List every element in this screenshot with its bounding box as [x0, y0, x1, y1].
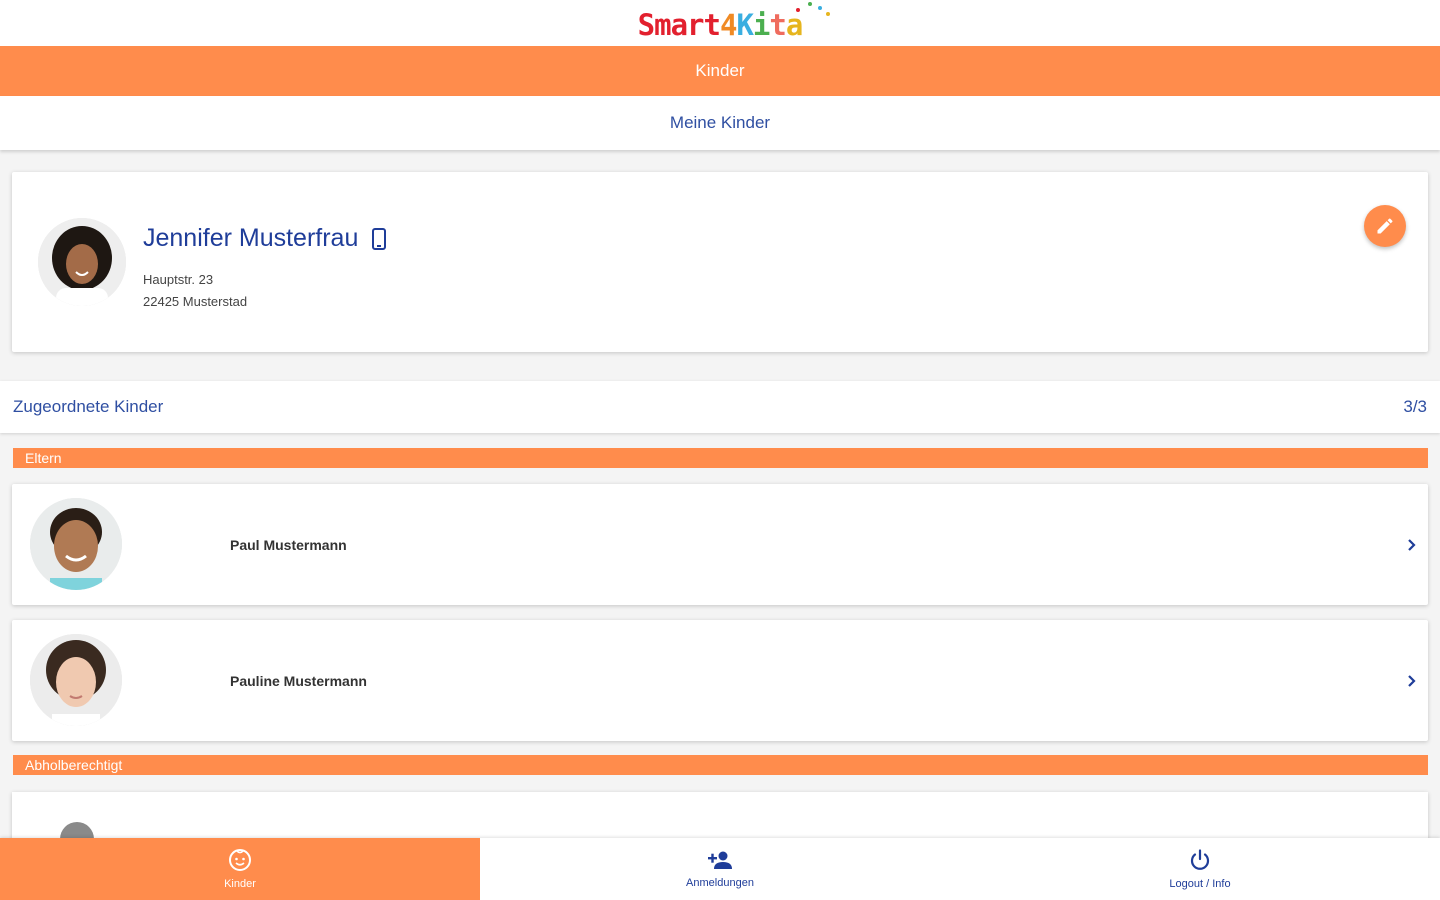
section-title-my-children: Meine Kinder — [0, 96, 1440, 150]
profile-card: Jennifer Musterfrau Hauptstr. 23 22425 M… — [12, 172, 1428, 352]
edit-profile-button[interactable] — [1364, 205, 1406, 247]
child-care-icon — [229, 849, 251, 871]
nav-tab-logout-info[interactable]: Logout / Info — [960, 838, 1440, 900]
child-name: Paul Mustermann — [230, 536, 347, 553]
nav-tab-kinder[interactable]: Kinder — [0, 838, 480, 900]
profile-city: 22425 Musterstad — [143, 294, 248, 309]
phone-icon[interactable] — [372, 227, 387, 250]
nav-tab-anmeldungen[interactable]: Anmeldungen — [480, 838, 960, 900]
profile-street: Hauptstr. 23 — [143, 272, 214, 287]
pencil-icon — [1377, 218, 1393, 234]
section-label-parents: Eltern — [13, 448, 1428, 468]
child-avatar — [30, 498, 122, 590]
nav-label: Logout / Info — [1169, 878, 1231, 890]
assigned-children-count: 3/3 — [1403, 397, 1427, 416]
child-avatar — [30, 634, 122, 726]
list-item-child[interactable]: Pauline Mustermann — [12, 620, 1428, 741]
chevron-right-icon[interactable] — [1406, 484, 1418, 605]
app-logo: Smart4Kita — [638, 2, 830, 42]
assigned-children-header: Zugeordnete Kinder 3/3 — [0, 381, 1440, 433]
nav-label: Anmeldungen — [686, 877, 754, 889]
person-add-icon — [708, 851, 732, 869]
profile-name: Jennifer Musterfrau — [143, 224, 359, 252]
power-icon — [1190, 849, 1210, 870]
nav-label: Kinder — [224, 878, 256, 890]
profile-address: Hauptstr. 23 22425 Musterstad — [143, 269, 247, 313]
section-label-pickup-authorized: Abholberechtigt — [13, 755, 1428, 775]
child-name: Pauline Mustermann — [230, 672, 367, 689]
assigned-children-label: Zugeordnete Kinder — [13, 397, 164, 416]
logo-confetti — [760, 2, 830, 16]
profile-name-row: Jennifer Musterfrau — [143, 224, 387, 253]
app-root: Smart4Kita Kinder Meine Kinder Jennifer … — [0, 0, 1440, 900]
page-title: Kinder — [0, 46, 1440, 96]
chevron-right-icon[interactable] — [1406, 620, 1418, 741]
list-item-child[interactable]: Paul Mustermann — [12, 484, 1428, 605]
bottom-navigation: Kinder Anmeldungen Logout / Info — [0, 838, 1440, 900]
profile-avatar — [38, 218, 126, 306]
logo-bar: Smart4Kita — [0, 0, 1440, 46]
